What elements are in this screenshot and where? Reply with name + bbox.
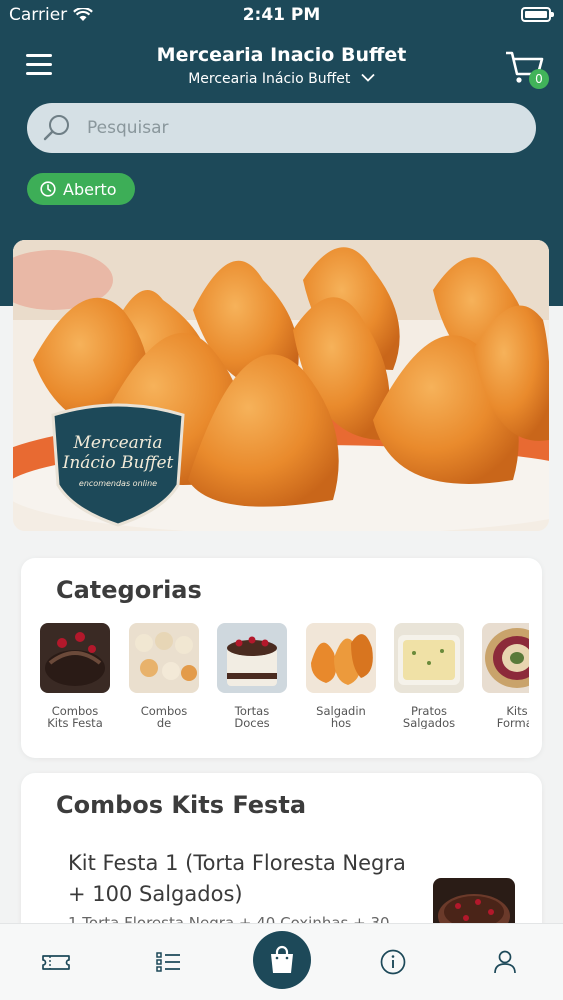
tab-profile[interactable] bbox=[489, 946, 523, 980]
store-open-label: Aberto bbox=[63, 179, 117, 199]
category-item-tortas-doces[interactable]: Tortas Doces bbox=[217, 623, 287, 729]
category-thumbnail bbox=[394, 623, 464, 693]
logo-text-line2: Inácio Buffet bbox=[62, 453, 174, 473]
category-thumbnail bbox=[129, 623, 199, 693]
store-selector[interactable]: Mercearia Inácio Buffet bbox=[150, 71, 413, 87]
tab-orders[interactable] bbox=[153, 946, 187, 980]
cart-count-badge: 0 bbox=[529, 69, 549, 89]
category-item-pratos-salgados[interactable]: Pratos Salgados bbox=[394, 623, 464, 729]
product-name: Kit Festa 1 (Torta Floresta Negra + 100 … bbox=[68, 851, 406, 906]
category-item-combos-kits-festa[interactable]: Combos Kits Festa bbox=[40, 623, 110, 729]
category-label: Tortas Doces bbox=[234, 705, 270, 729]
category-item-kits-format[interactable]: Kits Format bbox=[482, 623, 529, 729]
store-banner: Mercearia Inácio Buffet encomendas onlin… bbox=[13, 240, 549, 531]
tab-coupons[interactable] bbox=[40, 946, 74, 980]
categories-carousel[interactable]: Combos Kits Festa Combos de Tortas Doces… bbox=[40, 623, 529, 733]
chevron-down-icon bbox=[361, 73, 375, 82]
search-placeholder: Pesquisar bbox=[87, 118, 169, 138]
category-thumbnail bbox=[217, 623, 287, 693]
logo-subtext: encomendas online bbox=[79, 479, 157, 488]
category-item-salgadinhos[interactable]: Salgadin hos bbox=[306, 623, 376, 729]
search-input[interactable]: Pesquisar bbox=[27, 103, 536, 153]
tab-info[interactable] bbox=[377, 946, 411, 980]
app-header: Mercearia Inacio Buffet Mercearia Inácio… bbox=[0, 38, 563, 98]
battery-icon bbox=[521, 7, 554, 22]
shopping-bag-icon bbox=[271, 945, 293, 973]
status-time: 2:41 PM bbox=[242, 5, 321, 25]
bottom-tab-bar bbox=[0, 923, 563, 1000]
page-title: Mercearia Inacio Buffet bbox=[156, 44, 407, 66]
category-thumbnail bbox=[306, 623, 376, 693]
coxinhas-banner-image: Mercearia Inácio Buffet encomendas onlin… bbox=[13, 240, 549, 531]
category-thumbnail bbox=[482, 623, 529, 693]
search-icon bbox=[43, 115, 69, 141]
category-label: Salgadin hos bbox=[316, 705, 366, 729]
status-bar: Carrier 2:41 PM bbox=[0, 0, 563, 30]
list-icon bbox=[156, 952, 180, 972]
category-thumbnail bbox=[40, 623, 110, 693]
category-label: Kits Format bbox=[496, 705, 529, 729]
store-open-badge: Aberto bbox=[27, 173, 135, 205]
categories-title: Categorias bbox=[56, 576, 202, 604]
categories-card: Categorias Combos Kits Festa Combos de T… bbox=[21, 558, 542, 758]
category-label: Combos Kits Festa bbox=[47, 705, 103, 729]
info-icon bbox=[380, 949, 406, 975]
product-item[interactable]: Kit Festa 1 (Torta Floresta Negra + 100 … bbox=[68, 848, 408, 932]
category-item-combos-de[interactable]: Combos de bbox=[129, 623, 199, 729]
category-label: Combos de bbox=[140, 705, 188, 729]
clock-icon bbox=[40, 181, 56, 197]
logo-text-line1: Mercearia bbox=[72, 433, 162, 453]
user-icon bbox=[494, 950, 516, 974]
section-title: Combos Kits Festa bbox=[56, 791, 307, 819]
tab-shop[interactable] bbox=[253, 931, 311, 989]
ticket-icon bbox=[42, 955, 70, 970]
store-selector-label: Mercearia Inácio Buffet bbox=[188, 71, 351, 87]
category-label: Pratos Salgados bbox=[402, 705, 456, 729]
